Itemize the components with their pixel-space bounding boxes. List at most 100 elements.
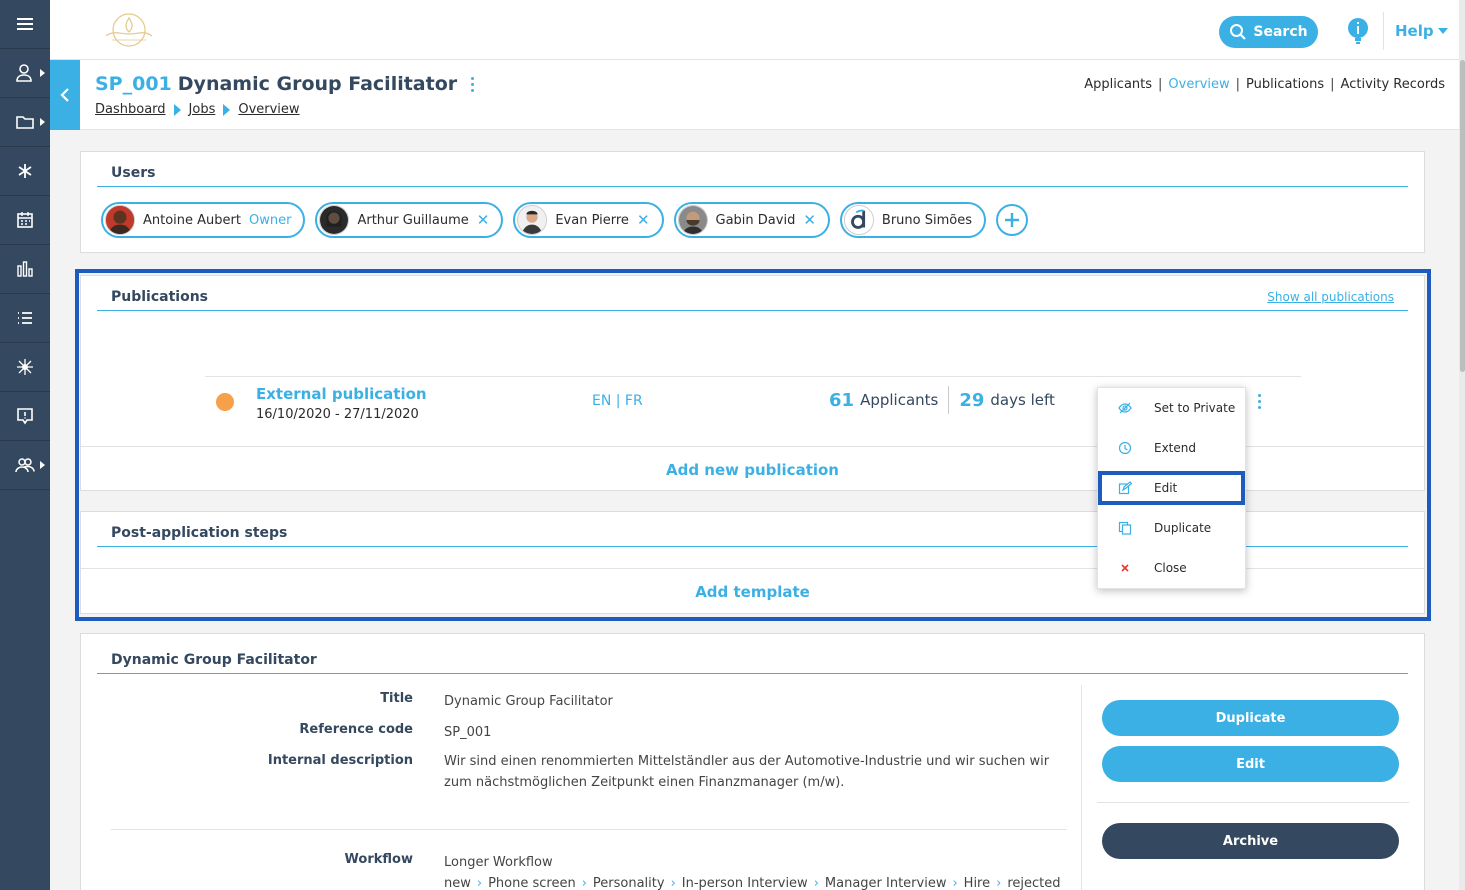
workflow-step: Phone screen [488, 876, 576, 890]
help-menu[interactable]: Help [1395, 22, 1448, 40]
add-user-button[interactable] [996, 204, 1028, 236]
sidebar-item-list[interactable] [0, 294, 50, 343]
detail-label: Title [380, 691, 413, 706]
menu-item-set-private[interactable]: Set to Private [1098, 388, 1245, 428]
page-title: SP_001 Dynamic Group Facilitator [95, 73, 475, 95]
search-button[interactable]: Search [1219, 16, 1318, 48]
detail-label: Internal description [267, 753, 413, 768]
lightbulb-icon[interactable] [1347, 17, 1369, 45]
publication-languages[interactable]: EN | FR [592, 393, 643, 409]
sidebar-item-users[interactable] [0, 49, 50, 98]
avatar [319, 205, 350, 235]
expand-arrow-icon [40, 69, 45, 77]
user-chip[interactable]: Gabin David ✕ [673, 202, 830, 238]
user-chip[interactable]: Bruno Simões [839, 202, 986, 238]
tab-overview[interactable]: Overview [1168, 77, 1229, 92]
user-name: Arthur Guillaume [357, 212, 469, 228]
chevron-right-icon: › [476, 876, 483, 890]
breadcrumb-arrow-icon [173, 103, 181, 116]
chevron-right-icon: › [996, 876, 1002, 890]
breadcrumb: Dashboard Jobs Overview [95, 102, 300, 117]
duplicate-button[interactable]: Duplicate [1102, 700, 1399, 736]
tab-applicants[interactable]: Applicants [1084, 77, 1152, 92]
chevron-right-icon: › [581, 876, 587, 890]
menu-item-extend[interactable]: Extend [1098, 428, 1245, 468]
avatar [677, 205, 708, 235]
user-name: Evan Pierre [555, 212, 629, 228]
user-name: Gabin David [715, 212, 796, 228]
menu-item-label: Close [1154, 561, 1187, 575]
row-divider [111, 829, 1067, 830]
section-divider [97, 310, 1408, 311]
chevron-right-icon: › [670, 876, 676, 890]
owner-badge: Owner [249, 212, 292, 228]
job-code: SP_001 [95, 73, 172, 95]
job-title-text: Dynamic Group Facilitator [177, 73, 458, 95]
scrollbar-thumb[interactable] [1460, 60, 1465, 372]
user-chips: Antoine Aubert Owner Arthur Guillaume ✕ … [101, 202, 1028, 238]
users-card: Users Antoine Aubert Owner Arthur Guilla… [80, 151, 1425, 253]
detail-value: Wir sind einen renommierten Mittelständl… [444, 754, 1050, 790]
applicants-label: Applicants [860, 391, 939, 409]
remove-user-icon[interactable]: ✕ [803, 211, 816, 229]
section-divider [97, 186, 1408, 187]
folder-icon [16, 116, 34, 129]
tab-activity-records[interactable]: Activity Records [1341, 77, 1445, 92]
edit-button[interactable]: Edit [1102, 746, 1399, 782]
search-icon [1230, 24, 1247, 40]
eye-off-icon [1118, 402, 1132, 414]
network-icon [17, 359, 33, 375]
detail-value: SP_001 [444, 725, 492, 740]
clock-icon [1118, 441, 1132, 455]
remove-user-icon[interactable]: ✕ [477, 211, 490, 229]
user-chip[interactable]: Arthur Guillaume ✕ [315, 202, 504, 238]
user-chip[interactable]: Evan Pierre ✕ [513, 202, 664, 238]
breadcrumb-overview[interactable]: Overview [238, 102, 299, 117]
back-button[interactable] [50, 60, 80, 130]
workflow-step: Manager Interview [824, 876, 947, 890]
avatar [843, 205, 874, 235]
asterisk-icon [18, 164, 32, 178]
user-name: Bruno Simões [881, 212, 972, 228]
menu-item-label: Set to Private [1154, 401, 1236, 415]
detail-label: Workflow [344, 852, 413, 867]
user-icon [16, 64, 32, 82]
button-divider [1097, 802, 1409, 803]
publications-title: Publications [111, 289, 209, 305]
menu-item-label: Duplicate [1154, 521, 1212, 535]
menu-item-label: Extend [1154, 441, 1196, 455]
topbar-divider [1383, 12, 1384, 50]
sidebar-item-team[interactable] [0, 441, 50, 490]
team-icon [15, 458, 35, 473]
sidebar-item-feedback[interactable] [0, 392, 50, 441]
breadcrumb-dashboard[interactable]: Dashboard [95, 102, 166, 117]
plus-icon [1005, 213, 1019, 227]
menu-item-duplicate[interactable]: Duplicate [1098, 508, 1245, 548]
bar-chart-icon [17, 261, 33, 277]
user-chip[interactable]: Antoine Aubert Owner [101, 202, 306, 238]
publication-options-icon[interactable] [1258, 394, 1261, 409]
tab-publications[interactable]: Publications [1246, 77, 1324, 92]
details-title: Dynamic Group Facilitator [111, 652, 317, 668]
sidebar-item-asterisk[interactable] [0, 147, 50, 196]
sidebar-item-statistics[interactable] [0, 245, 50, 294]
detail-value: Longer Workflow [444, 855, 553, 870]
menu-item-close[interactable]: Close [1098, 548, 1245, 588]
archive-button[interactable]: Archive [1102, 823, 1399, 859]
applicants-count: 61 [829, 389, 855, 411]
sidebar-item-calendar[interactable] [0, 196, 50, 245]
publication-name[interactable]: External publication [256, 385, 427, 403]
menu-button[interactable] [0, 0, 50, 49]
status-dot [216, 393, 234, 411]
detail-value: Dynamic Group Facilitator [444, 694, 613, 709]
job-tabs: Applicants | Overview | Publications | A… [1084, 77, 1445, 92]
show-all-publications-link[interactable]: Show all publications [1267, 290, 1394, 304]
caret-down-icon [1437, 28, 1448, 34]
sidebar-item-network[interactable] [0, 343, 50, 392]
breadcrumb-jobs[interactable]: Jobs [189, 102, 216, 117]
remove-user-icon[interactable]: ✕ [637, 211, 650, 229]
sidebar-item-folders[interactable] [0, 98, 50, 147]
chevron-right-icon: › [952, 876, 958, 890]
job-options-icon[interactable] [471, 76, 475, 92]
company-logo [105, 13, 153, 47]
